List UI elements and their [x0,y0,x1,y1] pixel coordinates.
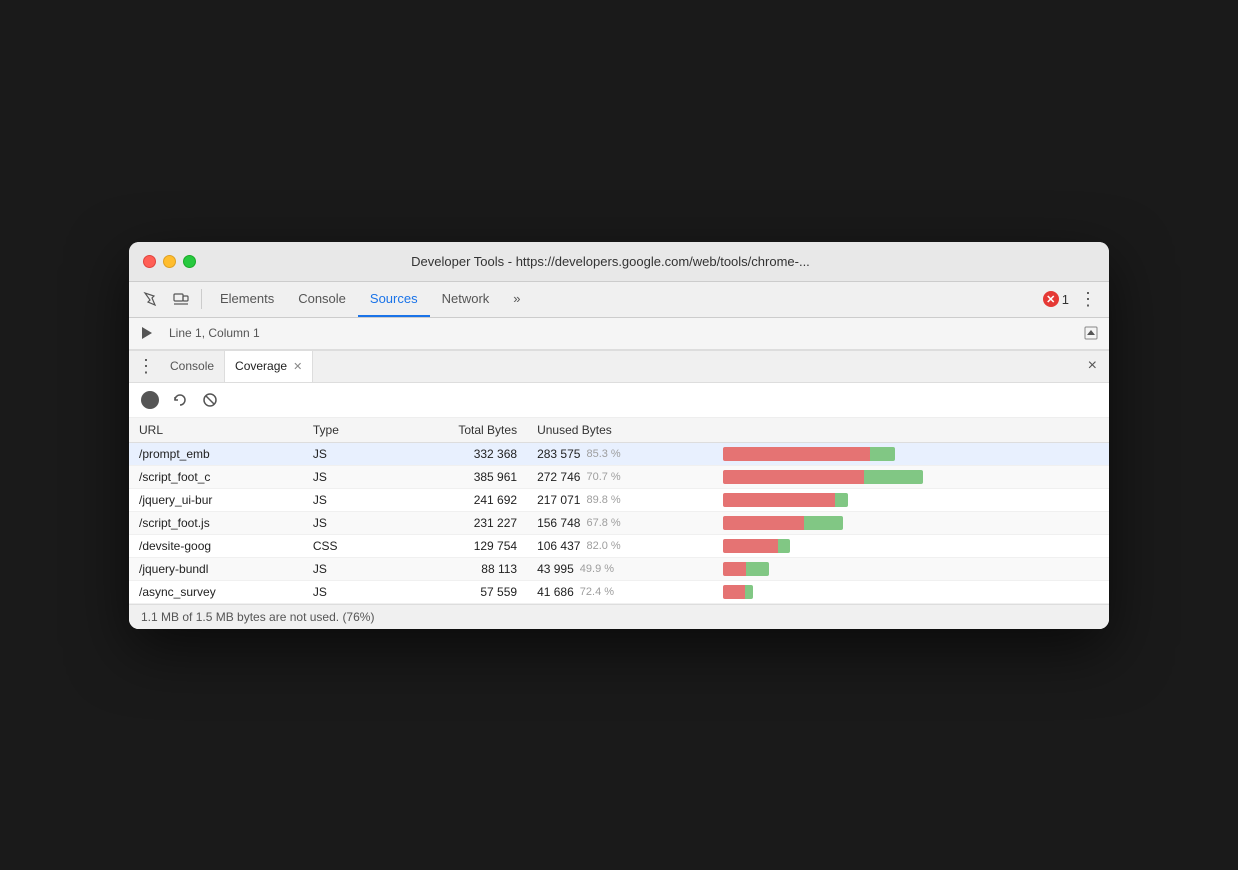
tab-network[interactable]: Network [430,282,502,317]
cell-url: /jquery_ui-bur [129,488,303,511]
col-url: URL [129,418,303,443]
status-bar: 1.1 MB of 1.5 MB bytes are not used. (76… [129,604,1109,629]
cell-unused-bytes: 106 437 82.0 % [527,534,713,557]
cell-total-bytes: 88 113 [386,557,528,580]
error-icon: ✕ [1043,291,1059,307]
cell-bar [713,465,1109,488]
device-toggle-icon[interactable] [167,285,195,313]
cell-type: CSS [303,534,386,557]
col-unused-bytes: Unused Bytes [527,418,713,443]
cell-total-bytes: 385 961 [386,465,528,488]
coverage-tab-close[interactable]: ✕ [293,360,302,373]
error-badge: ✕ 1 [1043,291,1069,307]
tab-console[interactable]: Console [286,282,358,317]
cell-total-bytes: 57 559 [386,580,528,603]
table-row[interactable]: /script_foot.js JS 231 227 156 748 67.8 … [129,511,1109,534]
record-button[interactable] [139,389,161,411]
col-bar [713,418,1109,443]
coverage-toolbar [129,383,1109,418]
cell-type: JS [303,557,386,580]
cell-total-bytes: 231 227 [386,511,528,534]
toolbar-divider [201,289,202,309]
table-row[interactable]: /script_foot_c JS 385 961 272 746 70.7 % [129,465,1109,488]
play-icon[interactable] [137,323,157,343]
cell-bar [713,442,1109,465]
table-row[interactable]: /prompt_emb JS 332 368 283 575 85.3 % [129,442,1109,465]
cell-unused-bytes: 41 686 72.4 % [527,580,713,603]
secondary-toolbar: Line 1, Column 1 [129,318,1109,350]
cell-type: JS [303,442,386,465]
cell-type: JS [303,465,386,488]
cell-bar [713,534,1109,557]
devtools-toolbar: Elements Console Sources Network » ✕ 1 ⋮ [129,282,1109,318]
cell-bar [713,511,1109,534]
table-row[interactable]: /jquery_ui-bur JS 241 692 217 071 89.8 % [129,488,1109,511]
cell-type: JS [303,580,386,603]
toolbar-right: ✕ 1 ⋮ [1043,289,1101,310]
tab-panel-coverage[interactable]: Coverage ✕ [224,351,313,382]
cell-unused-bytes: 43 995 49.9 % [527,557,713,580]
more-menu-button[interactable]: ⋮ [1075,289,1101,310]
cell-unused-bytes: 272 746 70.7 % [527,465,713,488]
clear-button[interactable] [199,389,221,411]
cell-url: /async_survey [129,580,303,603]
inspector-icon[interactable] [137,285,165,313]
table-row[interactable]: /jquery-bundl JS 88 113 43 995 49.9 % [129,557,1109,580]
coverage-panel: ⋮ Console Coverage ✕ × [129,350,1109,629]
panel-tab-dots[interactable]: ⋮ [137,356,154,377]
title-bar: Developer Tools - https://developers.goo… [129,242,1109,282]
cell-unused-bytes: 156 748 67.8 % [527,511,713,534]
panel-tabs: ⋮ Console Coverage ✕ × [129,351,1109,383]
cell-url: /script_foot_c [129,465,303,488]
col-total-bytes: Total Bytes [386,418,528,443]
cell-url: /script_foot.js [129,511,303,534]
status-text: Line 1, Column 1 [161,326,268,340]
tab-more[interactable]: » [501,282,532,317]
cell-bar [713,557,1109,580]
cell-unused-bytes: 217 071 89.8 % [527,488,713,511]
window-title: Developer Tools - https://developers.goo… [129,254,1095,269]
cell-url: /prompt_emb [129,442,303,465]
cell-type: JS [303,511,386,534]
refresh-button[interactable] [169,389,191,411]
cell-url: /devsite-goog [129,534,303,557]
cell-unused-bytes: 283 575 85.3 % [527,442,713,465]
up-arrow-icon[interactable] [1081,323,1101,343]
table-row[interactable]: /async_survey JS 57 559 41 686 72.4 % [129,580,1109,603]
cell-bar [713,488,1109,511]
status-text: 1.1 MB of 1.5 MB bytes are not used. (76… [141,610,374,624]
devtools-window: Developer Tools - https://developers.goo… [129,242,1109,629]
table-row[interactable]: /devsite-goog CSS 129 754 106 437 82.0 % [129,534,1109,557]
cell-bar [713,580,1109,603]
cell-type: JS [303,488,386,511]
cell-total-bytes: 129 754 [386,534,528,557]
cell-total-bytes: 241 692 [386,488,528,511]
tab-sources[interactable]: Sources [358,282,430,317]
error-count: 1 [1062,292,1069,307]
coverage-table: URL Type Total Bytes Unused Bytes /promp… [129,418,1109,604]
cell-url: /jquery-bundl [129,557,303,580]
tab-panel-console[interactable]: Console [160,351,224,382]
cell-total-bytes: 332 368 [386,442,528,465]
panel-close-button[interactable]: × [1084,357,1101,375]
tab-elements[interactable]: Elements [208,282,286,317]
tab-navigation: Elements Console Sources Network » [208,282,1041,317]
col-type: Type [303,418,386,443]
